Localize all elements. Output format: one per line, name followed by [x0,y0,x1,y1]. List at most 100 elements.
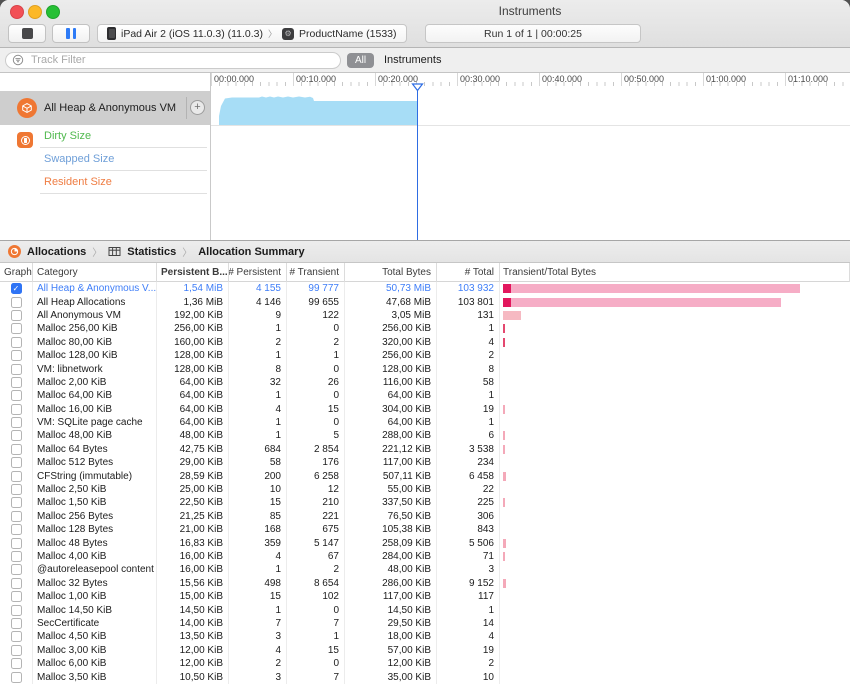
graph-checkbox[interactable] [11,497,22,508]
table-row[interactable]: VM: SQLite page cache64,00 KiB1064,00 Ki… [0,416,850,429]
graph-checkbox[interactable] [11,618,22,629]
column-header-num-transient[interactable]: # Transient [287,263,345,282]
playhead-handle[interactable] [411,83,424,92]
stop-record-button[interactable] [8,24,46,43]
graph-checkbox[interactable] [11,605,22,616]
graph-checkbox[interactable] [11,658,22,669]
graph-checkbox[interactable] [11,578,22,589]
breadcrumb-statistics[interactable]: Statistics [127,246,176,258]
track-filter-input[interactable] [29,53,334,67]
graph-checkbox[interactable] [11,310,22,321]
graph-checkbox[interactable] [11,364,22,375]
graph-checkbox[interactable] [11,564,22,575]
ruler-major-tick [539,73,540,86]
table-row[interactable]: Malloc 64 Bytes42,75 KiB6842 854221,12 K… [0,443,850,456]
table-row[interactable]: All Heap Allocations1,36 MiB4 14699 6554… [0,295,850,308]
column-header-category[interactable]: Category [33,263,157,282]
graph-checkbox[interactable] [11,591,22,602]
table-row[interactable]: @autoreleasepool content16,00 KiB1248,00… [0,563,850,576]
graph-checkbox[interactable] [11,672,22,683]
minimize-button[interactable] [28,5,42,19]
graph-checkbox[interactable] [11,511,22,522]
total-bytes-cell: 304,00 KiB [345,403,437,416]
target-selector[interactable]: iPad Air 2 (iOS 11.0.3) (11.0.3) 〉 ⚙ Pro… [97,24,407,43]
zoom-button[interactable] [46,5,60,19]
table-row[interactable]: Malloc 3,50 KiB10,50 KiB3735,00 KiB10 [0,670,850,683]
num-transient-cell: 7 [287,670,345,683]
breadcrumb-allocations[interactable]: Allocations [27,246,86,258]
lane-dirty-size[interactable]: Dirty Size [0,125,210,148]
column-header-num-total[interactable]: # Total [437,263,500,282]
track-row-all-heap[interactable]: All Heap & Anonymous VM + [0,91,210,125]
graph-checkbox[interactable] [11,631,22,642]
graph-checkbox[interactable] [11,551,22,562]
num-persistent-cell: 359 [229,536,287,549]
graph-checkbox[interactable] [11,390,22,401]
table-row[interactable]: Malloc 3,00 KiB12,00 KiB41557,00 KiB19 [0,644,850,657]
graph-cell [0,630,33,643]
persistent-bytes-cell: 64,00 KiB [157,416,229,429]
table-row[interactable]: Malloc 48,00 KiB48,00 KiB15288,00 KiB6 [0,429,850,442]
graph-checkbox[interactable] [11,350,22,361]
graph-checkbox[interactable] [11,337,22,348]
graph-cell [0,336,33,349]
graph-checkbox[interactable] [11,323,22,334]
table-row[interactable]: CFString (immutable)28,59 KiB2006 258507… [0,469,850,482]
close-button[interactable] [10,5,24,19]
column-header-persistent-bytes[interactable]: Persistent B...⌄ [157,263,229,282]
table-row[interactable]: SecCertificate14,00 KiB7729,50 KiB14 [0,617,850,630]
table-row[interactable]: VM: libnetwork128,00 KiB80128,00 KiB8 [0,362,850,375]
table-row[interactable]: Malloc 64,00 KiB64,00 KiB1064,00 KiB1 [0,389,850,402]
table-row[interactable]: Malloc 1,50 KiB22,50 KiB15210337,50 KiB2… [0,496,850,509]
table-row[interactable]: All Anonymous VM192,00 KiB91223,05 MiB13… [0,309,850,322]
graph-checkbox[interactable] [11,297,22,308]
table-row[interactable]: Malloc 2,50 KiB25,00 KiB101255,00 KiB22 [0,483,850,496]
persistent-bytes-cell: 64,00 KiB [157,376,229,389]
track-filter-field[interactable] [5,52,341,69]
graph-checkbox[interactable] [11,484,22,495]
table-row[interactable]: Malloc 80,00 KiB160,00 KiB22320,00 KiB4 [0,336,850,349]
playhead[interactable] [417,86,418,240]
table-row[interactable]: Malloc 1,00 KiB15,00 KiB15102117,00 KiB1… [0,590,850,603]
lane-resident-size[interactable]: Resident Size [0,171,210,194]
graph-checkbox[interactable] [11,417,22,428]
graph-checkbox[interactable] [11,471,22,482]
table-row[interactable]: Malloc 128,00 KiB128,00 KiB11256,00 KiB2 [0,349,850,362]
table-row[interactable]: Malloc 2,00 KiB64,00 KiB3226116,00 KiB58 [0,376,850,389]
graph-checkbox[interactable] [11,457,22,468]
add-lane-button[interactable]: + [190,100,205,115]
table-row[interactable]: Malloc 4,00 KiB16,00 KiB467284,00 KiB71 [0,550,850,563]
table-row[interactable]: Malloc 32 Bytes15,56 KiB4988 654286,00 K… [0,577,850,590]
graph-checkbox[interactable] [11,377,22,388]
pause-button[interactable] [52,24,90,43]
table-row[interactable]: Malloc 48 Bytes16,83 KiB3595 147258,09 K… [0,536,850,549]
column-header-graph[interactable]: Graph [0,263,33,282]
persistent-bytes-cell: 64,00 KiB [157,389,229,402]
column-header-total-bytes[interactable]: Total Bytes [345,263,437,282]
target-app-label: ProductName (1533) [299,28,396,40]
graph-checkbox[interactable] [11,645,22,656]
graph-checkbox[interactable] [11,404,22,415]
table-row[interactable]: Malloc 16,00 KiB64,00 KiB415304,00 KiB19 [0,403,850,416]
column-header-num-persistent[interactable]: # Persistent [229,263,287,282]
graph-checkbox[interactable] [11,524,22,535]
graph-checkbox[interactable] [11,430,22,441]
scope-all-button[interactable]: All [347,53,374,68]
table-row[interactable]: Malloc 512 Bytes29,00 KiB58176117,00 KiB… [0,456,850,469]
table-row[interactable]: Malloc 128 Bytes21,00 KiB168675105,38 Ki… [0,523,850,536]
graph-checkbox[interactable]: ✓ [11,283,22,294]
table-row[interactable]: ✓All Heap & Anonymous V...1,54 MiB4 1559… [0,282,850,295]
column-header-transient-total-bytes[interactable]: Transient/Total Bytes [500,263,850,282]
breadcrumb-allocation-summary[interactable]: Allocation Summary [198,246,304,258]
table-row[interactable]: Malloc 256,00 KiB256,00 KiB10256,00 KiB1 [0,322,850,335]
graph-checkbox[interactable] [11,444,22,455]
table-row[interactable]: Malloc 14,50 KiB14,50 KiB1014,50 KiB1 [0,603,850,616]
table-row[interactable]: Malloc 256 Bytes21,25 KiB8522176,50 KiB3… [0,510,850,523]
lane-swapped-size[interactable]: Swapped Size [0,148,210,171]
num-total-cell: 1 [437,416,500,429]
scope-instruments-button[interactable]: Instruments [384,54,441,66]
table-row[interactable]: Malloc 6,00 KiB12,00 KiB2012,00 KiB2 [0,657,850,670]
filter-icon [12,54,24,66]
graph-checkbox[interactable] [11,538,22,549]
table-row[interactable]: Malloc 4,50 KiB13,50 KiB3118,00 KiB4 [0,630,850,643]
